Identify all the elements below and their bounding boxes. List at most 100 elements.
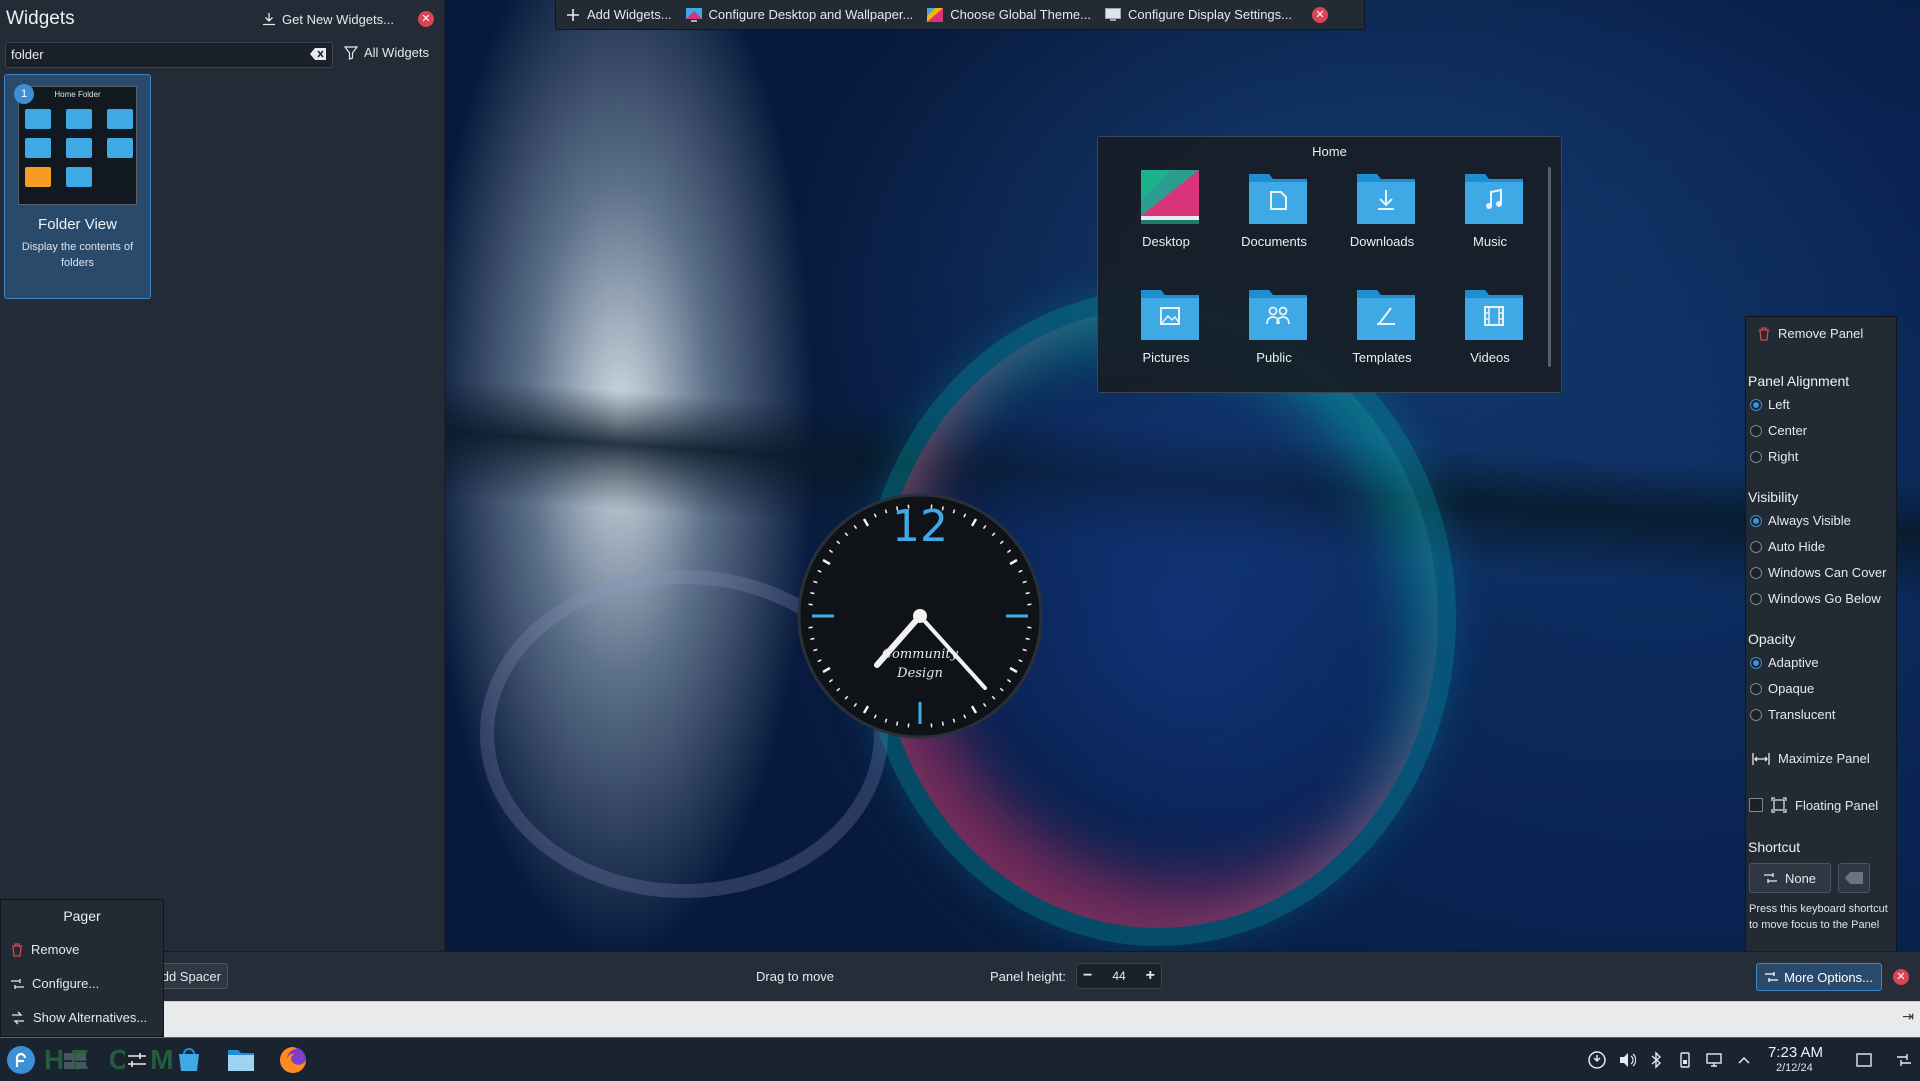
opacity-translucent-radio[interactable]: Translucent <box>1750 707 1835 722</box>
folder-icon <box>66 138 92 158</box>
shortcut-note: Press this keyboard shortcut to move foc… <box>1749 901 1889 933</box>
desktop-folder-icon <box>1141 170 1199 224</box>
shortcut-button[interactable]: None <box>1749 863 1831 893</box>
panel-configure-icon[interactable] <box>1895 1051 1913 1069</box>
alignment-right-radio[interactable]: Right <box>1750 449 1798 464</box>
folder-icon <box>25 167 51 187</box>
pager-icon[interactable] <box>60 1045 90 1075</box>
configure-display-button[interactable]: Configure Display Settings... <box>1105 7 1292 22</box>
opacity-opaque-radio[interactable]: Opaque <box>1750 681 1814 696</box>
add-widgets-button[interactable]: Add Widgets... <box>566 7 672 22</box>
resize-handle-icon[interactable]: ⇥ <box>1902 1008 1914 1025</box>
clock-date[interactable]: 2/12/24 <box>1776 1062 1813 1074</box>
folder-view-scrollbar[interactable] <box>1548 167 1551 367</box>
folder-item-desktop[interactable]: Desktop <box>1116 170 1216 272</box>
configure-widget-item[interactable]: Configure... <box>11 976 99 991</box>
radio-label: Right <box>1768 449 1798 464</box>
choose-global-theme-button[interactable]: Choose Global Theme... <box>927 7 1091 22</box>
clear-icon <box>1845 872 1863 884</box>
folder-icon <box>66 167 92 187</box>
thumbnail-folder-grid <box>25 109 133 187</box>
panel-edit-toolbar: dd Spacer Drag to move Panel height: − 4… <box>0 951 1920 1002</box>
widget-search-value: folder <box>11 47 44 62</box>
music-folder-icon <box>1465 170 1523 224</box>
trash-icon <box>11 943 23 957</box>
show-desktop-icon[interactable] <box>1855 1051 1873 1069</box>
visibility-windows-below-radio[interactable]: Windows Go Below <box>1750 591 1881 606</box>
maximize-panel-button[interactable]: Maximize Panel <box>1752 751 1870 766</box>
more-options-button[interactable]: More Options... <box>1756 963 1882 991</box>
folder-item-videos[interactable]: Videos <box>1440 286 1540 388</box>
update-notifier-icon[interactable] <box>1588 1051 1606 1069</box>
folder-item-public[interactable]: Public <box>1224 286 1324 388</box>
clock-center <box>913 609 927 623</box>
show-alternatives-item[interactable]: Show Alternatives... <box>11 1010 147 1025</box>
alignment-center-radio[interactable]: Center <box>1750 423 1807 438</box>
folder-view-title: Home <box>1098 144 1561 159</box>
folder-item-music[interactable]: Music <box>1440 170 1540 272</box>
shortcut-heading: Shortcut <box>1748 839 1800 855</box>
bluetooth-icon[interactable] <box>1647 1051 1665 1069</box>
all-widgets-label: All Widgets <box>364 45 429 60</box>
theme-icon <box>927 8 943 22</box>
system-settings-icon[interactable] <box>122 1045 152 1075</box>
folder-item-downloads[interactable]: Downloads <box>1332 170 1432 272</box>
thumbnail-title: Home Folder <box>19 90 136 99</box>
visibility-always-radio[interactable]: Always Visible <box>1750 513 1851 528</box>
tray-expand-icon[interactable] <box>1735 1051 1753 1069</box>
opacity-adaptive-radio[interactable]: Adaptive <box>1750 655 1819 670</box>
decrease-height-button[interactable]: − <box>1083 967 1092 985</box>
fedora-launcher-icon[interactable] <box>6 1045 36 1075</box>
folder-item-documents[interactable]: Documents <box>1224 170 1324 272</box>
folder-item-label: Desktop <box>1116 234 1216 249</box>
discover-store-icon[interactable] <box>174 1045 204 1075</box>
close-widgets-button[interactable]: ✕ <box>418 11 434 27</box>
panel-height-stepper[interactable]: − 44 + <box>1076 963 1162 989</box>
clear-search-icon[interactable] <box>310 48 326 60</box>
alignment-left-radio[interactable]: Left <box>1750 397 1790 412</box>
menu-item-label: Remove <box>31 942 79 957</box>
configure-desktop-button[interactable]: Configure Desktop and Wallpaper... <box>686 7 914 22</box>
floating-panel-toggle[interactable]: Floating Panel <box>1749 797 1878 813</box>
menu-item-label: Configure... <box>32 976 99 991</box>
clear-shortcut-button[interactable] <box>1838 863 1870 893</box>
remove-widget-item[interactable]: Remove <box>11 942 79 957</box>
floating-panel-checkbox[interactable] <box>1749 798 1763 812</box>
exit-edit-mode-button[interactable]: ✕ <box>1312 7 1328 23</box>
visibility-autohide-radio[interactable]: Auto Hide <box>1750 539 1825 554</box>
visibility-windows-cover-radio[interactable]: Windows Can Cover <box>1750 565 1887 580</box>
firefox-icon[interactable] <box>278 1045 308 1075</box>
widget-thumbnail: Home Folder <box>18 86 137 205</box>
get-new-widgets-label: Get New Widgets... <box>282 12 394 27</box>
remove-panel-label: Remove Panel <box>1778 326 1863 341</box>
maximize-width-icon <box>1752 752 1770 766</box>
drag-to-move-handle[interactable]: Drag to move <box>756 969 834 984</box>
filter-icon <box>344 46 358 60</box>
volume-icon[interactable] <box>1618 1051 1636 1069</box>
close-panel-edit-button[interactable]: ✕ <box>1893 969 1909 985</box>
clock-tick <box>1026 593 1030 594</box>
desktop-edit-toolbar: Add Widgets... Configure Desktop and Wal… <box>555 0 1365 30</box>
panel-height-value[interactable]: 44 <box>1112 969 1125 983</box>
increase-height-button[interactable]: + <box>1146 967 1155 985</box>
folder-view-widget-card[interactable]: Home Folder 1 Folder View Display the co… <box>4 74 151 299</box>
trash-icon <box>1758 327 1770 341</box>
analog-clock-widget[interactable]: 12 Community Design <box>797 493 1043 739</box>
network-icon[interactable] <box>1705 1051 1723 1069</box>
radio-label: Translucent <box>1768 707 1835 722</box>
clock-time[interactable]: 7:23 AM <box>1768 1044 1823 1061</box>
folder-item-templates[interactable]: Templates <box>1332 286 1432 388</box>
all-widgets-filter[interactable]: All Widgets <box>344 45 429 60</box>
folder-item-label: Videos <box>1440 350 1540 365</box>
dolphin-file-manager-icon[interactable] <box>226 1045 256 1075</box>
folder-view-widget: Home Desktop Documents Downloads Music P… <box>1097 136 1562 393</box>
folder-item-pictures[interactable]: Pictures <box>1116 286 1216 388</box>
radio-dot <box>1750 399 1762 411</box>
remove-panel-button[interactable]: Remove Panel <box>1758 326 1863 341</box>
widget-search-input[interactable]: folder <box>5 42 333 68</box>
maximize-panel-label: Maximize Panel <box>1778 751 1870 766</box>
panel-options-popup: Remove Panel Panel Alignment Left Center… <box>1745 316 1897 953</box>
removable-device-icon[interactable] <box>1676 1051 1694 1069</box>
get-new-widgets-button[interactable]: Get New Widgets... <box>262 8 394 30</box>
radio-label: Left <box>1768 397 1790 412</box>
